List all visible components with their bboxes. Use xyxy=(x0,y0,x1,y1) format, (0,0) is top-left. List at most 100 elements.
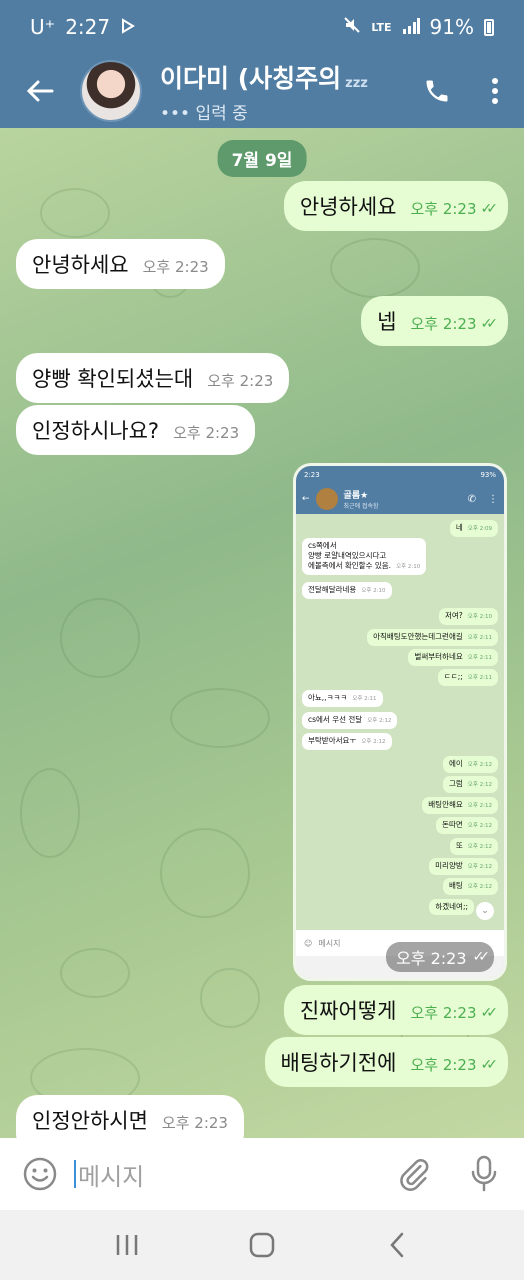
inner-status-bar: 2:23 93% xyxy=(296,466,504,484)
message-time: 오후 2:23 xyxy=(207,372,274,390)
signal-icon xyxy=(402,15,420,39)
message-time: 오후 2:23 xyxy=(410,1004,477,1022)
inner-message: 부탁받아서요ㅜ 오후 2:12 xyxy=(302,733,392,750)
message-bubble-incoming[interactable]: 양빵 확인되셨는대 오후 2:23 xyxy=(16,353,290,403)
inner-message: cs에서 우선 전달 오후 2:12 xyxy=(302,712,398,729)
inner-title: 골롬★ xyxy=(343,491,369,501)
message-text: 인정하시나요? xyxy=(32,419,160,443)
emoji-button[interactable] xyxy=(18,1152,62,1196)
message-bubble-outgoing[interactable]: 안녕하세요 오후 2:23 ✓✓ xyxy=(283,181,508,231)
call-button[interactable] xyxy=(408,54,466,128)
message-input-bar: 메시지 xyxy=(0,1138,524,1210)
recent-apps-button[interactable] xyxy=(97,1220,157,1270)
inner-message: 아직배팅도안했는데그런애길 오후 2:11 xyxy=(367,629,498,646)
message-bubble-incoming[interactable]: 안녕하세요 오후 2:23 xyxy=(16,239,225,289)
inner-message: 벌써부터하네요 오후 2:11 xyxy=(408,649,498,666)
home-icon xyxy=(249,1232,275,1258)
contact-avatar[interactable] xyxy=(80,60,142,122)
contact-name: 이다미 (사칭주의 xyxy=(160,63,342,93)
back-button[interactable] xyxy=(0,54,80,128)
wallpaper-doodle xyxy=(160,828,250,918)
message-bubble-outgoing[interactable]: 배팅하기전에 오후 2:23 ✓✓ xyxy=(264,1037,508,1087)
chat-area[interactable]: 7월 9일 안녕하세요 오후 2:23 ✓✓ 안녕하세요 오후 2:23 넵 오후… xyxy=(0,128,524,1138)
wallpaper-doodle xyxy=(60,598,140,678)
message-time: 오후 2:23 xyxy=(142,258,209,276)
inner-battery: 93% xyxy=(480,471,496,479)
message-time: 오후 2:23 xyxy=(410,1056,477,1074)
message-text: 안녕하세요 xyxy=(299,195,397,219)
double-check-icon: ✓✓ xyxy=(480,315,499,332)
message-time: 오후 2:23 xyxy=(161,1114,228,1132)
double-check-icon: ✓✓ xyxy=(480,200,499,217)
inner-more-icon: ⋮ xyxy=(488,493,498,505)
wallpaper-doodle xyxy=(200,968,260,1028)
attach-button[interactable] xyxy=(392,1152,436,1196)
recent-apps-icon xyxy=(117,1235,138,1255)
typing-status: ••• 입력 중 xyxy=(160,103,248,124)
system-nav-bar xyxy=(0,1210,524,1280)
network-label: LTE xyxy=(371,20,392,34)
inner-avatar xyxy=(315,488,338,510)
inner-message: 전달해달라네용 오후 2:10 xyxy=(302,582,392,599)
message-input-placeholder: 메시지 xyxy=(78,1162,145,1191)
phone-icon xyxy=(426,80,448,102)
status-bar: U⁺ 2:27 LTE 91% xyxy=(0,0,524,54)
message-text: 넵 xyxy=(377,310,397,334)
message-time: 오후 2:23 xyxy=(410,200,477,218)
message-time: 오후 2:23 xyxy=(410,315,477,333)
more-vertical-icon xyxy=(492,78,498,104)
chat-header: 이다미 (사칭주의 zzz ••• 입력 중 xyxy=(0,54,524,128)
emoji-icon xyxy=(23,1157,57,1191)
inner-message: 그럼 오후 2:12 xyxy=(442,776,498,793)
inner-phone-icon: ✆ xyxy=(467,493,476,505)
inner-subtitle: 최근에 접속함 xyxy=(343,503,379,510)
carrier-label: U⁺ xyxy=(30,15,56,39)
inner-message: 배팅안해요 오후 2:12 xyxy=(422,797,498,814)
message-bubble-incoming[interactable]: 인정안하시면 오후 2:23 xyxy=(16,1095,244,1138)
battery-percent: 91% xyxy=(429,15,474,39)
home-button[interactable] xyxy=(232,1220,292,1270)
double-check-icon: ✓✓ xyxy=(480,1004,499,1021)
mute-icon xyxy=(343,15,361,39)
inner-message: cs쪽에서 양빵 로얄내역있으시다고 에볼측에서 확인할수 있음. 오후 2:10 xyxy=(302,538,427,575)
inner-message: 네 오후 2:09 xyxy=(449,520,498,537)
text-caret xyxy=(74,1160,76,1188)
inner-message: 돈따면 오후 2:12 xyxy=(436,817,498,834)
inner-header: ← 골롬★ 최근에 접속함 ✆ ⋮ xyxy=(296,484,504,514)
inner-emoji-icon: ☺ xyxy=(304,938,313,948)
system-back-button[interactable] xyxy=(367,1220,427,1270)
double-check-icon: ✓✓ xyxy=(480,1056,499,1073)
inner-message: 아뇨,,ㅋㅋㅋ 오후 2:11 xyxy=(302,690,383,707)
inner-message: 하겠네여;; xyxy=(429,899,474,915)
more-options-button[interactable] xyxy=(466,54,524,128)
message-text: 진짜어떻게 xyxy=(299,999,397,1023)
inner-clock: 2:23 xyxy=(304,471,320,479)
contact-info[interactable]: 이다미 (사칭주의 zzz ••• 입력 중 xyxy=(160,59,408,124)
wallpaper-doodle xyxy=(60,948,130,998)
message-bubble-outgoing[interactable]: 넵 오후 2:23 ✓✓ xyxy=(361,296,508,346)
inner-message: 저여? 오후 2:10 xyxy=(438,608,498,625)
clock: 2:27 xyxy=(65,15,111,39)
play-icon xyxy=(120,15,136,39)
wallpaper-doodle xyxy=(20,768,80,858)
chevron-left-icon xyxy=(389,1232,403,1258)
image-message[interactable]: 2:23 93% ← 골롬★ 최근에 접속함 ✆ ⋮ 네 오후 2:09 cs쪽에서… xyxy=(293,463,507,981)
message-bubble-outgoing[interactable]: 진짜어떻게 오후 2:23 ✓✓ xyxy=(283,985,508,1035)
sleep-icon: zzz xyxy=(345,75,368,91)
image-timestamp: 오후 2:23 ✓✓ xyxy=(386,942,494,972)
inner-message: ㄷㄷ;; 오후 2:11 xyxy=(437,669,498,686)
voice-record-button[interactable] xyxy=(462,1152,506,1196)
wallpaper-doodle xyxy=(170,688,270,748)
inner-message: 에이 오후 2:12 xyxy=(442,756,498,773)
inner-message: 미리양방 오후 2:12 xyxy=(429,858,498,875)
double-check-icon: ✓✓ xyxy=(472,949,491,965)
inner-input-placeholder: 메시지 xyxy=(318,938,341,948)
back-arrow-icon xyxy=(26,80,54,102)
inner-scroll-down-icon: ⌄ xyxy=(476,902,494,920)
microphone-icon xyxy=(471,1155,497,1192)
message-bubble-incoming[interactable]: 인정하시나요? 오후 2:23 xyxy=(16,405,256,455)
battery-icon xyxy=(484,18,494,36)
message-input[interactable]: 메시지 xyxy=(74,1157,392,1192)
wallpaper-doodle xyxy=(40,188,110,238)
date-separator: 7월 9일 xyxy=(217,140,307,177)
